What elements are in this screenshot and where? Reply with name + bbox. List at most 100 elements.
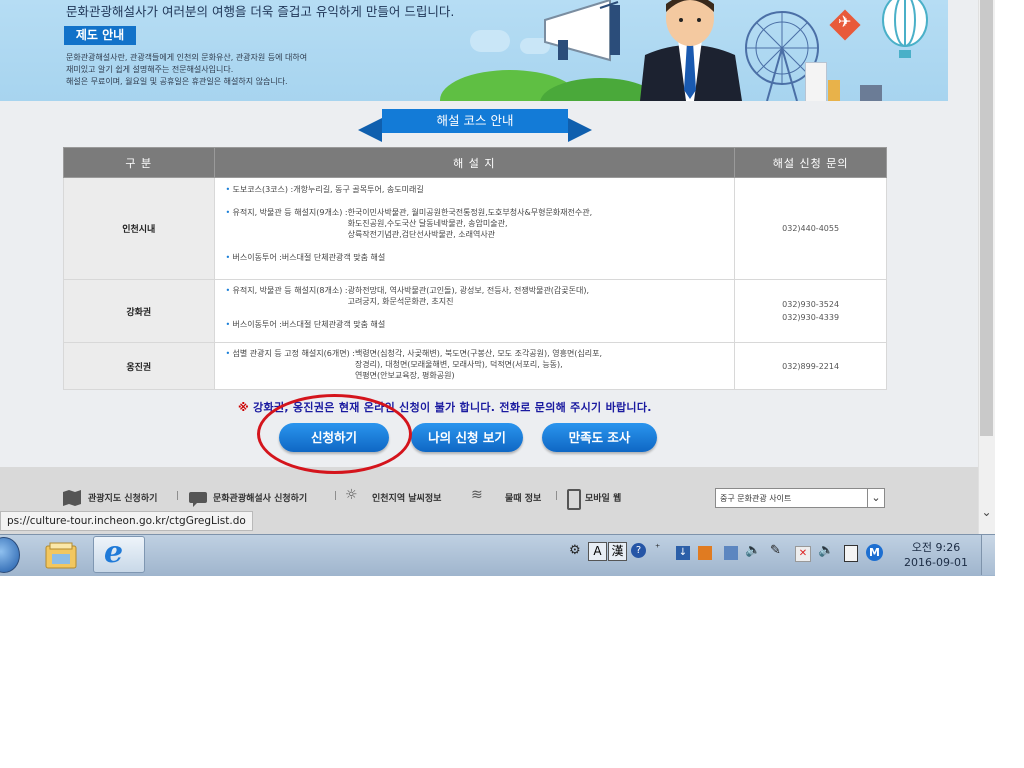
help-icon[interactable]: ? <box>631 543 646 558</box>
scrollbar-thumb[interactable] <box>980 0 993 436</box>
file-explorer-icon[interactable] <box>44 540 78 570</box>
tray-overflow-icon[interactable]: ⁺ <box>655 543 660 554</box>
column-header: 구 분 <box>63 147 215 178</box>
table-row: 강화권 • 유적지, 박물관 등 해설지(8개소) : 광하전망대, 역사박물관… <box>63 279 887 343</box>
clock-date: 2016-09-01 <box>904 556 968 569</box>
show-desktop-button[interactable] <box>981 535 995 575</box>
weather-icon: ☼ <box>345 487 358 503</box>
site-details: 개항누리길, 동구 골목투어, 송도미래길 <box>293 185 424 194</box>
hero-banner: 문화관광해설사가 여러분의 여행을 더욱 즐겁고 유익하게 만들어 드립니다. … <box>0 0 948 101</box>
site-line: • 섬별 관광지 등 고정 해설지(6개면) : 백령면(심청각, 사곶해변),… <box>216 348 734 381</box>
cloud-decoration <box>470 30 510 52</box>
building-decoration <box>828 80 840 101</box>
site-details: 광하전망대, 역사박물관(고인돌), 광성보, 전등사, 전쟁박물관(갑곶돈대)… <box>347 286 590 306</box>
bullet-icon: • <box>225 286 231 295</box>
phone-cell: 032)899-2214 <box>734 342 887 390</box>
system-guide-badge: 제도 안내 <box>64 26 136 45</box>
wave-icon: ≋ <box>471 487 483 503</box>
internet-explorer-icon: e <box>104 535 124 570</box>
sites-cell: • 도보코스(3코스) : 개항누리길, 동구 골목투어, 송도미래길 • 유적… <box>213 177 736 280</box>
scroll-down-arrow-icon[interactable]: ⌄ <box>978 500 995 524</box>
m-app-icon[interactable]: M <box>866 544 883 561</box>
my-application-button[interactable]: 나의 신청 보기 <box>411 423 523 452</box>
device-icon[interactable] <box>844 545 858 562</box>
online-unavailable-notice: ※ 강화권, 옹진권은 현재 온라인 신청이 불가 합니다. 전화로 문의해 주… <box>238 399 652 415</box>
site-label: 버스이동투어 : <box>232 320 282 329</box>
bullet-icon: • <box>225 253 231 262</box>
hero-desc-line: 문화관광해설사란, 관광객들에게 인천의 문화유산, 관광자원 등에 대하여 <box>66 53 308 62</box>
volume-icon[interactable]: 🔉 <box>818 543 834 558</box>
site-line: • 도보코스(3코스) : 개항누리길, 동구 골목투어, 송도미래길 <box>216 184 734 195</box>
phone-number: 032)930-3524 <box>782 300 840 309</box>
hot-air-balloon-illustration <box>882 0 928 58</box>
phone-cell: 032)930-3524 032)930-4339 <box>734 279 887 343</box>
taskbar-clock[interactable]: 오전 9:26 2016-09-01 <box>896 540 976 570</box>
footer-link-weather[interactable]: 인천지역 날씨정보 <box>372 491 441 504</box>
notice-mark: ※ <box>238 401 249 414</box>
chevron-down-icon: ⌄ <box>867 489 884 507</box>
phone-number: 032)930-4339 <box>782 313 840 322</box>
status-bar-url: ps://culture-tour.incheon.go.kr/ctgGregL… <box>0 511 253 531</box>
ribbon-tail-right <box>568 118 592 142</box>
footer-link-guide-apply[interactable]: 문화관광해설사 신청하기 <box>213 491 307 504</box>
column-header: 해설 신청 문의 <box>734 147 887 178</box>
course-guide-banner: 해설 코스 안내 <box>382 109 568 133</box>
course-table: 구 분 해 설 지 해설 신청 문의 인천시내 • 도보코스(3코스) : 개항… <box>63 147 887 390</box>
hero-desc-line: 재미있고 알기 쉽게 설명해주는 전문해설사입니다. <box>66 65 234 74</box>
bullet-icon: • <box>225 349 231 358</box>
ime-hanja[interactable]: 漢 <box>608 542 627 561</box>
footer-divider: | <box>555 491 559 501</box>
clock-time: 오전 9:26 <box>911 541 961 554</box>
speech-bubble-icon <box>189 492 207 507</box>
guide-man-illustration <box>640 0 742 101</box>
site-details: 버스대절 단체관광객 맞춤 해설 <box>281 320 386 329</box>
site-details: 한국이민사박물관, 월미공원한국전통정원,도호부청사&무형문화재전수관, 화도진… <box>347 208 593 239</box>
download-icon[interactable]: ↓ <box>676 546 690 560</box>
region-cell: 강화권 <box>63 279 215 343</box>
phone-number: 032)899-2214 <box>782 361 840 371</box>
site-line: • 유적지, 박물관 등 해설지(8개소) : 광하전망대, 역사박물관(고인돌… <box>216 285 734 307</box>
select-value: 중구 문화관광 사이트 <box>720 494 792 503</box>
building-decoration <box>860 85 882 101</box>
browser-viewport: 문화관광해설사가 여러분의 여행을 더욱 즐겁고 유익하게 만들어 드립니다. … <box>0 0 995 534</box>
table-row: 옹진권 • 섬별 관광지 등 고정 해설지(6개면) : 백령면(심청각, 사곶… <box>63 342 887 390</box>
site-select-dropdown[interactable]: 중구 문화관광 사이트 ⌄ <box>715 488 885 508</box>
building-decoration <box>805 62 827 101</box>
network-app-icon[interactable] <box>724 546 738 560</box>
table-row: 인천시내 • 도보코스(3코스) : 개항누리길, 동구 골목투어, 송도미래길… <box>63 177 887 280</box>
site-label: 버스이동투어 : <box>232 253 282 262</box>
site-label: 유적지, 박물관 등 해설지(9개소) : <box>232 208 348 217</box>
notice-text: 강화권, 옹진권은 현재 온라인 신청이 불가 합니다. 전화로 문의해 주시기… <box>253 401 652 414</box>
sites-cell: • 섬별 관광지 등 고정 해설지(6개면) : 백령면(심청각, 사곶해변),… <box>213 342 736 390</box>
table-header-row: 구 분 해 설 지 해설 신청 문의 <box>63 147 887 178</box>
site-details: 백령면(심청각, 사곶해변), 북도면(구봉산, 모도 조각공원), 영흥면(십… <box>354 349 603 380</box>
satisfaction-survey-button[interactable]: 만족도 조사 <box>542 423 657 452</box>
map-icon <box>63 490 81 506</box>
ime-mode-a[interactable]: A <box>588 542 607 561</box>
hero-description: 문화관광해설사란, 관광객들에게 인천의 문화유산, 관광자원 등에 대하여 재… <box>66 52 426 88</box>
network-error-icon[interactable]: ✕ <box>795 546 811 562</box>
column-header: 해 설 지 <box>213 147 736 178</box>
speaker-icon[interactable]: 🔈 <box>745 543 761 558</box>
megaphone-icon <box>544 0 620 62</box>
site-details: 버스대절 단체관광객 맞춤 해설 <box>281 253 386 262</box>
phone-cell: 032)440-4055 <box>734 177 887 280</box>
footer-link-tour-map[interactable]: 관광지도 신청하기 <box>88 491 157 504</box>
tools-icon[interactable]: ⚙ <box>569 543 581 558</box>
site-line: • 버스이동투어 : 버스대절 단체관광객 맞춤 해설 <box>216 252 734 263</box>
app-tray-icon[interactable] <box>698 546 712 560</box>
region-cell: 옹진권 <box>63 342 215 390</box>
site-line: • 유적지, 박물관 등 해설지(9개소) : 한국이민사박물관, 월미공원한국… <box>216 207 734 240</box>
footer-link-mobile[interactable]: 모바일 웹 <box>585 491 621 504</box>
apply-button[interactable]: 신청하기 <box>279 423 389 452</box>
mobile-phone-icon <box>567 489 581 510</box>
site-label: 섬별 관광지 등 고정 해설지(6개면) : <box>232 349 355 358</box>
bullet-icon: • <box>225 185 231 194</box>
pen-icon[interactable]: ✎ <box>770 543 781 558</box>
site-label: 유적지, 박물관 등 해설지(8개소) : <box>232 286 348 295</box>
footer-divider: | <box>334 491 338 501</box>
footer-link-tide[interactable]: 물때 정보 <box>505 491 541 504</box>
hero-desc-line: 해설은 무료이며, 월요일 및 공휴일은 휴관일은 해설하지 않습니다. <box>66 77 288 86</box>
ribbon-tail-left <box>358 118 382 142</box>
bullet-icon: • <box>225 320 231 329</box>
